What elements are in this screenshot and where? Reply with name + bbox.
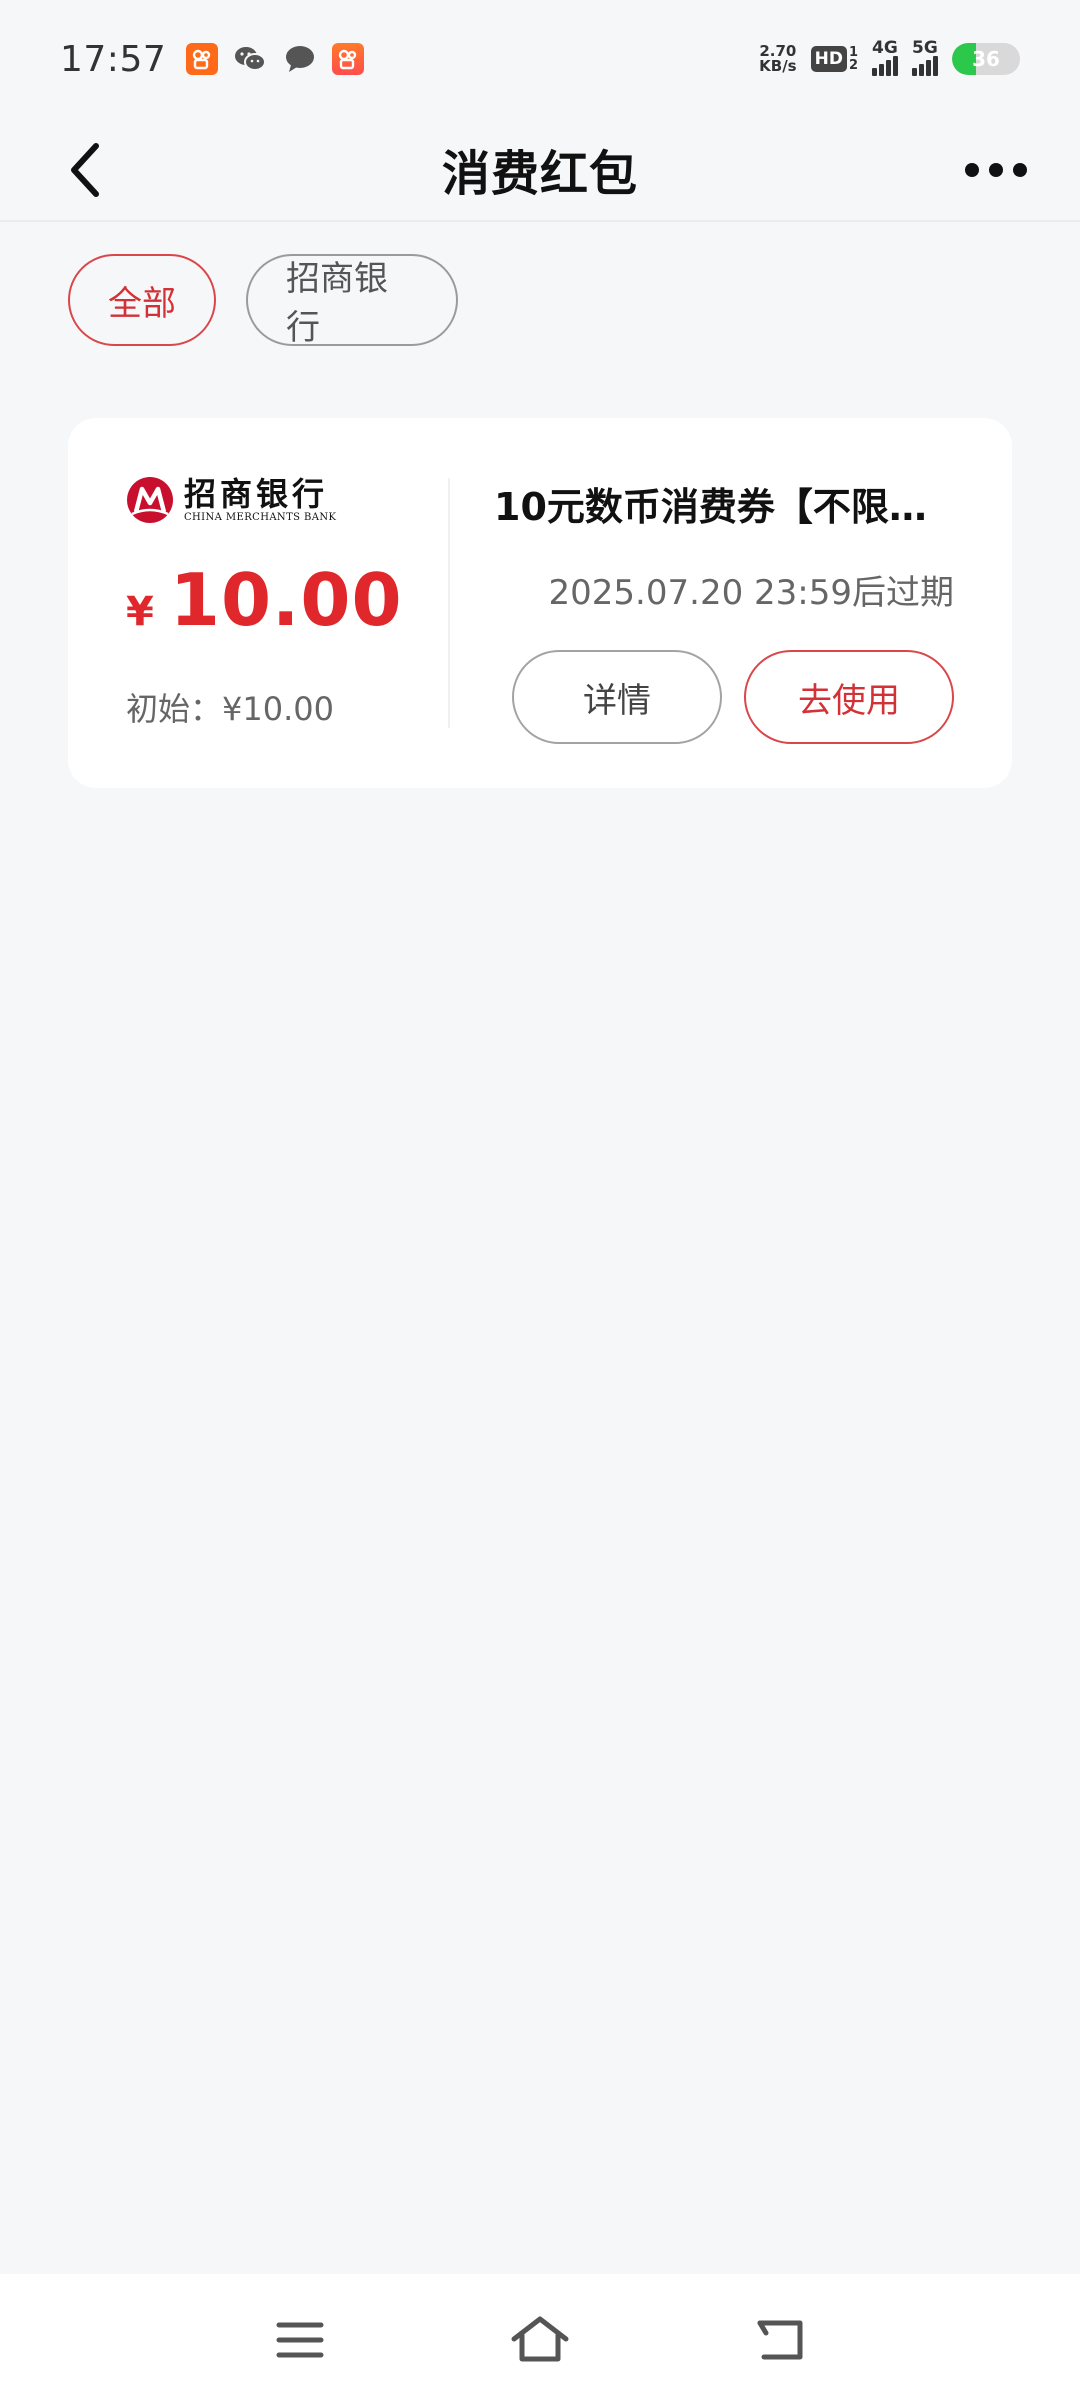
network-speed: 2.70 KB/s [759, 44, 796, 74]
detail-button[interactable]: 详情 [512, 650, 722, 744]
coupon-info-section: 10元数币消费券【不限商户】 2025.07.20 23:59后过期 详情 去使… [448, 418, 1012, 788]
coupon-amount-section: 招商银行 CHINA MERCHANTS BANK ¥ 10.00 初始：¥10… [68, 418, 448, 788]
initial-amount: 初始：¥10.00 [126, 690, 334, 728]
use-button[interactable]: 去使用 [744, 650, 954, 744]
kuaishou-lite-app-icon [332, 43, 365, 75]
back-nav-button[interactable] [750, 2312, 810, 2368]
signal-bar [919, 64, 924, 76]
signal-bar [933, 56, 938, 76]
page: 17:57 2.70 KB/s HD 1 2 4G 5G 36 消费红包 全部 … [0, 0, 1080, 2400]
page-title: 消费红包 [441, 146, 638, 202]
battery-level: 36 [972, 47, 1000, 71]
currency-symbol: ¥ [126, 589, 154, 635]
amount-value: 10.00 [169, 558, 403, 642]
more-dots-icon [965, 163, 1027, 177]
bank-name: 招商银行 [184, 475, 329, 514]
status-bar: 17:57 2.70 KB/s HD 1 2 4G 5G 36 [0, 0, 1080, 118]
battery-icon: 36 [952, 43, 1020, 75]
coupon-actions: 详情 去使用 [512, 650, 954, 744]
wechat-app-icon [232, 43, 268, 75]
bank-name-en: CHINA MERCHANTS BANK [184, 511, 337, 523]
cmb-logo-icon [127, 477, 173, 523]
hd-label: HD [810, 46, 847, 72]
back-arrow-icon [757, 2320, 803, 2360]
signal-4g-icon: 4G [872, 38, 898, 76]
coupon-card[interactable]: 招商银行 CHINA MERCHANTS BANK ¥ 10.00 初始：¥10… [68, 418, 1012, 788]
signal-bar [926, 60, 931, 76]
signal-bar [912, 68, 917, 76]
chevron-left-icon [71, 143, 99, 197]
signal-bar [872, 68, 877, 76]
coupon-title: 10元数币消费券【不限商户】 [494, 485, 954, 529]
hd-sim-index: 1 2 [849, 46, 858, 72]
home-icon [511, 2316, 569, 2362]
card-divider [448, 478, 450, 728]
message-app-icon [282, 43, 318, 75]
coupon-amount: ¥ 10.00 [126, 558, 448, 642]
status-indicators: 2.70 KB/s HD 1 2 4G 5G 36 [759, 38, 1020, 76]
system-nav-bar [0, 2274, 1080, 2400]
bank-logo-text: 招商银行 CHINA MERCHANTS BANK [184, 477, 336, 522]
hd-sim-bottom: 2 [848, 58, 858, 73]
more-button[interactable] [956, 140, 1036, 200]
nav-bar: 消费红包 [0, 118, 1080, 222]
home-button[interactable] [510, 2312, 570, 2368]
bank-logo: 招商银行 CHINA MERCHANTS BANK [126, 476, 448, 524]
signal-4g-label: 4G [872, 38, 898, 58]
status-time: 17:57 [60, 38, 167, 80]
menu-icon [276, 2322, 324, 2358]
signal-5g-label: 5G [912, 38, 938, 58]
back-button[interactable] [56, 140, 116, 200]
network-speed-unit: KB/s [759, 57, 797, 75]
filter-chip-all[interactable]: 全部 [68, 254, 216, 346]
filter-tabs: 全部 招商银行 [68, 254, 458, 348]
signal-bar [893, 56, 898, 76]
coupon-expiry: 2025.07.20 23:59后过期 [548, 573, 954, 613]
signal-bar [879, 64, 884, 76]
signal-5g-icon: 5G [912, 38, 938, 76]
notification-icons [186, 43, 365, 75]
filter-chip-cmb[interactable]: 招商银行 [246, 254, 458, 348]
menu-button[interactable] [270, 2312, 330, 2368]
signal-bar [886, 60, 891, 76]
hd-voice-badge: HD 1 2 [810, 46, 858, 72]
kuaishou-app-icon [186, 43, 219, 75]
